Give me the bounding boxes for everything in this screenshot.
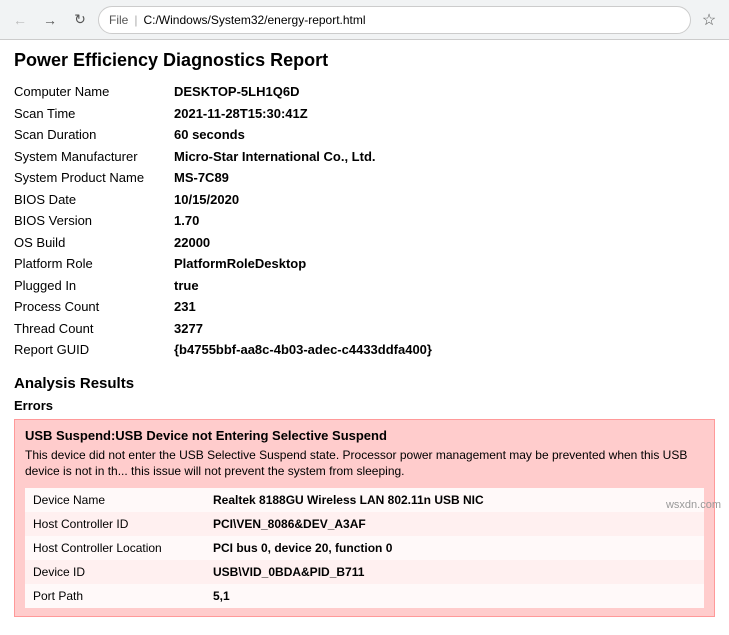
field-value: 3277 <box>174 318 715 340</box>
field-label: Scan Time <box>14 103 174 125</box>
field-value: Micro-Star International Co., Ltd. <box>174 146 715 168</box>
field-value: 60 seconds <box>174 124 715 146</box>
report-title: Power Efficiency Diagnostics Report <box>14 50 715 71</box>
field-label: Process Count <box>14 296 174 318</box>
field-value: DESKTOP-5LH1Q6D <box>174 81 715 103</box>
table-row: Thread Count3277 <box>14 318 715 340</box>
url-path: C:/Windows/System32/energy-report.html <box>143 13 680 27</box>
field-value: PlatformRoleDesktop <box>174 253 715 275</box>
field-label: System Product Name <box>14 167 174 189</box>
field-label: Platform Role <box>14 253 174 275</box>
table-row: Device NameRealtek 8188GU Wireless LAN 8… <box>25 488 704 512</box>
table-row: System Product NameMS-7C89 <box>14 167 715 189</box>
url-scheme: File <box>109 13 128 27</box>
field-label: System Manufacturer <box>14 146 174 168</box>
error-description: This device did not enter the USB Select… <box>25 447 704 481</box>
forward-button[interactable]: → <box>38 8 62 32</box>
errors-subsection-title: Errors <box>14 398 715 413</box>
refresh-button[interactable]: ↻ <box>68 8 92 32</box>
table-row: Process Count231 <box>14 296 715 318</box>
table-row: Computer NameDESKTOP-5LH1Q6D <box>14 81 715 103</box>
table-row: Host Controller IDPCI\VEN_8086&DEV_A3AF <box>25 512 704 536</box>
detail-value: PCI bus 0, device 20, function 0 <box>205 536 704 560</box>
detail-value: Realtek 8188GU Wireless LAN 802.11n USB … <box>205 488 704 512</box>
field-value: 231 <box>174 296 715 318</box>
detail-label: Host Controller Location <box>25 536 205 560</box>
error-heading: USB Suspend:USB Device not Entering Sele… <box>25 428 704 443</box>
page-content: Power Efficiency Diagnostics Report Comp… <box>0 40 729 635</box>
field-label: BIOS Version <box>14 210 174 232</box>
system-info-table: Computer NameDESKTOP-5LH1Q6DScan Time202… <box>14 81 715 361</box>
back-button[interactable]: ← <box>8 8 32 32</box>
field-label: Computer Name <box>14 81 174 103</box>
browser-toolbar: ← → ↻ File | C:/Windows/System32/energy-… <box>0 0 729 40</box>
detail-value: PCI\VEN_8086&DEV_A3AF <box>205 512 704 536</box>
table-row: Port Path5,1 <box>25 584 704 608</box>
address-bar[interactable]: File | C:/Windows/System32/energy-report… <box>98 6 691 34</box>
watermark: wsxdn.com <box>666 499 721 511</box>
table-row: BIOS Date10/15/2020 <box>14 189 715 211</box>
field-label: Thread Count <box>14 318 174 340</box>
field-value: MS-7C89 <box>174 167 715 189</box>
field-label: OS Build <box>14 232 174 254</box>
table-row: Scan Time2021-11-28T15:30:41Z <box>14 103 715 125</box>
table-row: Device IDUSB\VID_0BDA&PID_B711 <box>25 560 704 584</box>
detail-label: Device Name <box>25 488 205 512</box>
field-label: Report GUID <box>14 339 174 361</box>
detail-value: 5,1 <box>205 584 704 608</box>
analysis-section-title: Analysis Results <box>14 375 715 392</box>
field-value: 2021-11-28T15:30:41Z <box>174 103 715 125</box>
table-row: OS Build22000 <box>14 232 715 254</box>
table-row: BIOS Version1.70 <box>14 210 715 232</box>
error-details-table: Device NameRealtek 8188GU Wireless LAN 8… <box>25 488 704 608</box>
field-value: 1.70 <box>174 210 715 232</box>
field-label: BIOS Date <box>14 189 174 211</box>
detail-label: Port Path <box>25 584 205 608</box>
field-label: Plugged In <box>14 275 174 297</box>
bookmark-button[interactable]: ☆ <box>697 8 721 32</box>
field-value: 10/15/2020 <box>174 189 715 211</box>
table-row: Report GUID{b4755bbf-aa8c-4b03-adec-c443… <box>14 339 715 361</box>
field-value: 22000 <box>174 232 715 254</box>
table-row: Plugged Intrue <box>14 275 715 297</box>
table-row: System ManufacturerMicro-Star Internatio… <box>14 146 715 168</box>
table-row: Scan Duration60 seconds <box>14 124 715 146</box>
table-row: Host Controller LocationPCI bus 0, devic… <box>25 536 704 560</box>
errors-container: USB Suspend:USB Device not Entering Sele… <box>14 419 715 618</box>
field-label: Scan Duration <box>14 124 174 146</box>
field-value: true <box>174 275 715 297</box>
detail-label: Device ID <box>25 560 205 584</box>
error-block: USB Suspend:USB Device not Entering Sele… <box>14 419 715 618</box>
table-row: Platform RolePlatformRoleDesktop <box>14 253 715 275</box>
field-value: {b4755bbf-aa8c-4b03-adec-c4433ddfa400} <box>174 339 715 361</box>
url-separator: | <box>134 13 137 27</box>
detail-label: Host Controller ID <box>25 512 205 536</box>
detail-value: USB\VID_0BDA&PID_B711 <box>205 560 704 584</box>
